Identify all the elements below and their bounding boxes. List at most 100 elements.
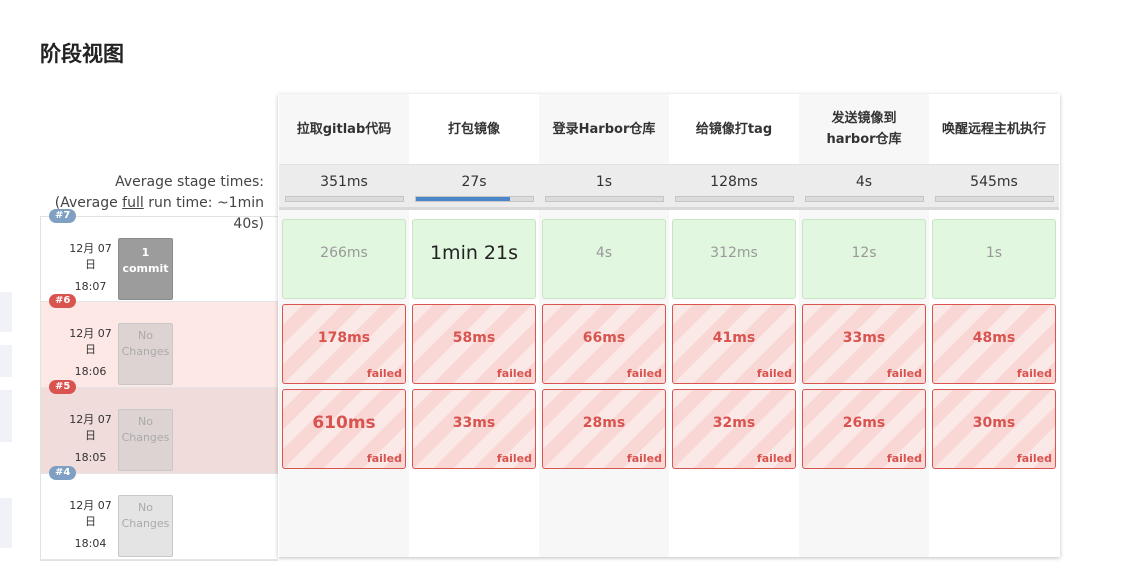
stage-cell-failed[interactable]: 58ms failed <box>412 304 536 384</box>
stage-name: 发送镜像到harbor仓库 <box>826 111 902 147</box>
changes-text: No <box>138 329 153 342</box>
changes-text: No <box>138 415 153 428</box>
stage-average-time: 545ms <box>970 174 1018 190</box>
stage-cell-failed[interactable]: 32ms failed <box>672 389 796 469</box>
stage-cell-success[interactable]: 312ms <box>672 219 796 299</box>
no-changes-box[interactable]: No Changes <box>118 409 173 471</box>
stage-duration: 26ms <box>842 415 886 431</box>
stage-name: 登录Harbor仓库 <box>552 121 656 137</box>
stage-column: 登录Harbor仓库 1s 4s 66ms failed 28ms failed <box>539 94 669 557</box>
build-time: 18:07 <box>74 280 107 293</box>
failed-label: failed <box>626 452 662 465</box>
build-number-badge[interactable]: #6 <box>49 294 77 308</box>
build-time: 18:06 <box>74 365 107 378</box>
build-date-day: 日 <box>85 515 96 528</box>
stage-average-time: 27s <box>461 174 487 190</box>
stage-duration: 4s <box>595 245 613 261</box>
build-time: 18:04 <box>74 537 107 550</box>
stage-progress-bar <box>675 196 794 202</box>
failed-label: failed <box>756 367 792 380</box>
stage-average-time: 4s <box>855 174 873 190</box>
stage-cell-failed[interactable]: 30ms failed <box>932 389 1056 469</box>
stage-duration: 28ms <box>582 415 626 431</box>
build-date: 12月 07 日 <box>63 326 118 358</box>
stage-name: 拉取gitlab代码 <box>296 121 392 137</box>
stage-column: 打包镜像 27s 1min 21s 58ms failed 33ms failed <box>409 94 539 557</box>
stage-header: 打包镜像 <box>409 94 539 164</box>
failed-label: failed <box>366 452 402 465</box>
stage-duration: 58ms <box>452 330 496 346</box>
build-row[interactable]: #7 12月 07 日 18:07 1 commit <box>41 209 278 302</box>
stage-column: 发送镜像到harbor仓库 4s 12s 33ms failed 26ms failed <box>799 94 929 557</box>
stage-cell-success[interactable]: 1min 21s <box>412 219 536 299</box>
stage-cell-failed[interactable]: 610ms failed <box>282 389 406 469</box>
no-changes-box[interactable]: No Changes <box>118 495 173 557</box>
stage-cell-failed[interactable]: 48ms failed <box>932 304 1056 384</box>
no-changes-box[interactable]: No Changes <box>118 323 173 385</box>
stage-average-cell: 128ms <box>669 164 799 210</box>
changes-text: Changes <box>121 517 170 530</box>
left-edge-decoration <box>0 292 12 332</box>
avg-label-line1: Average stage times: <box>115 174 264 190</box>
stage-average-cell: 4s <box>799 164 929 210</box>
stage-cell-success[interactable]: 266ms <box>282 219 406 299</box>
build-time: 18:05 <box>74 451 107 464</box>
failed-label: failed <box>626 367 662 380</box>
stage-duration: 312ms <box>710 245 758 261</box>
stage-name: 打包镜像 <box>447 121 500 137</box>
left-edge-decoration <box>0 498 12 548</box>
changes-text: commit <box>122 262 169 275</box>
stage-header: 给镜像打tag <box>669 94 799 164</box>
stage-cell-failed[interactable]: 33ms failed <box>412 389 536 469</box>
stage-average-cell: 545ms <box>929 164 1059 210</box>
left-edge-decoration <box>0 390 12 442</box>
stage-average-time: 1s <box>595 174 613 190</box>
stage-duration: 33ms <box>842 330 886 346</box>
stage-duration: 48ms <box>972 330 1016 346</box>
stage-cell-failed[interactable]: 28ms failed <box>542 389 666 469</box>
build-row[interactable]: #5 12月 07 日 18:05 No Changes <box>41 380 278 474</box>
stage-cell-success[interactable]: 1s <box>932 219 1056 299</box>
stage-cell-failed[interactable]: 66ms failed <box>542 304 666 384</box>
build-row[interactable]: #4 12月 07 日 18:04 No Changes <box>41 466 278 560</box>
full-run-link[interactable]: full <box>122 195 144 211</box>
build-number-badge[interactable]: #5 <box>49 380 77 394</box>
build-number-badge[interactable]: #4 <box>49 466 77 480</box>
stage-cell-success[interactable]: 12s <box>802 219 926 299</box>
build-date-day: 日 <box>85 429 96 442</box>
changes-text: 1 <box>141 246 150 259</box>
build-date: 12月 07 日 <box>63 412 118 444</box>
build-date-day: 日 <box>85 258 96 271</box>
stage-cell-failed[interactable]: 178ms failed <box>282 304 406 384</box>
failed-label: failed <box>496 367 532 380</box>
stage-duration: 266ms <box>320 245 368 261</box>
failed-label: failed <box>886 452 922 465</box>
stage-view-table: 拉取gitlab代码 351ms 266ms 178ms failed 610ms fail… <box>278 94 1060 557</box>
stage-progress-bar <box>545 196 664 202</box>
stage-cell-failed[interactable]: 41ms failed <box>672 304 796 384</box>
stage-duration: 33ms <box>452 415 496 431</box>
stage-header: 拉取gitlab代码 <box>279 94 409 164</box>
failed-label: failed <box>496 452 532 465</box>
stage-average-cell: 351ms <box>279 164 409 210</box>
stage-header: 唤醒远程主机执行 <box>929 94 1059 164</box>
stage-average-time: 351ms <box>320 174 368 190</box>
stage-duration: 1s <box>985 245 1003 261</box>
commit-changes-box[interactable]: 1 commit <box>118 238 173 300</box>
stage-column: 唤醒远程主机执行 545ms 1s 48ms failed 30ms failed <box>929 94 1059 557</box>
stage-average-cell: 27s <box>409 164 539 210</box>
stage-duration: 610ms <box>312 413 376 433</box>
build-number-badge[interactable]: #7 <box>49 209 77 223</box>
stage-header: 登录Harbor仓库 <box>539 94 669 164</box>
changes-text: Changes <box>121 345 170 358</box>
failed-label: failed <box>756 452 792 465</box>
stage-cell-success[interactable]: 4s <box>542 219 666 299</box>
stage-cell-failed[interactable]: 26ms failed <box>802 389 926 469</box>
build-row[interactable]: #6 12月 07 日 18:06 No Changes <box>41 294 278 388</box>
stage-progress-bar <box>805 196 924 202</box>
stage-cell-failed[interactable]: 33ms failed <box>802 304 926 384</box>
stage-progress-bar <box>285 196 404 202</box>
stage-column: 拉取gitlab代码 351ms 266ms 178ms failed 610ms fail… <box>279 94 409 557</box>
stage-progress-fill <box>416 197 510 201</box>
changes-text: Changes <box>121 431 170 444</box>
